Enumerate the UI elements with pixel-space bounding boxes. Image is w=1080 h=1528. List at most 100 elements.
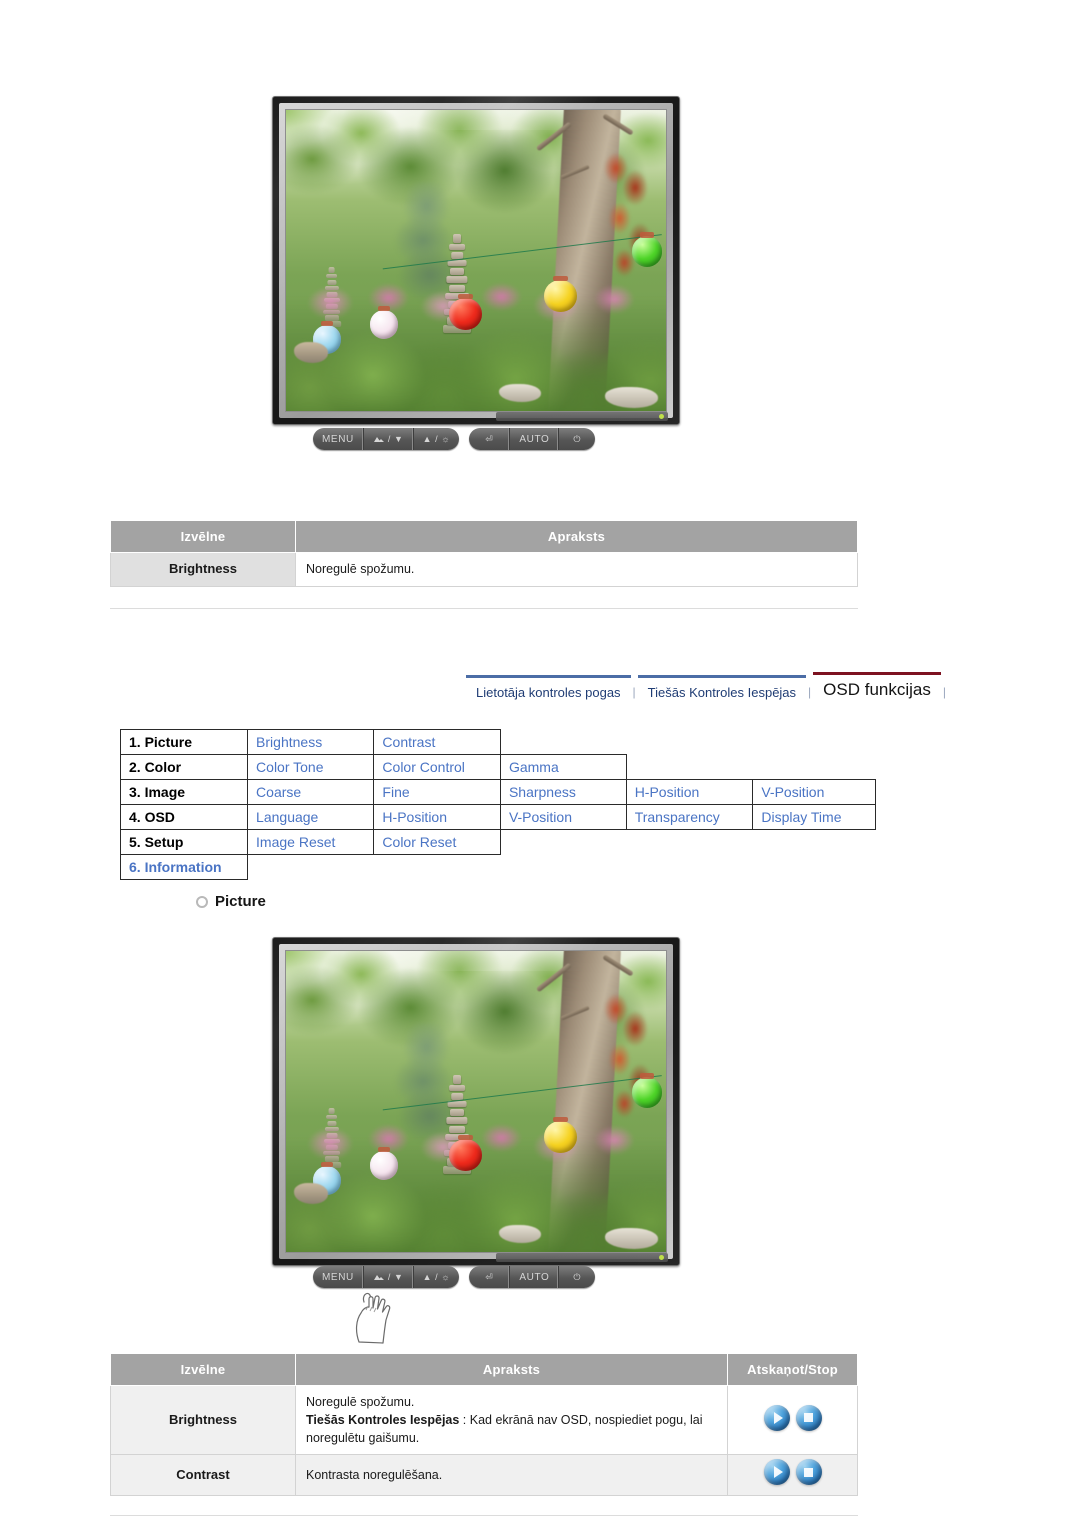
osd-function-map-table: 1. Picture Brightness Contrast 2. Color Colo… bbox=[119, 729, 876, 880]
osd-item-link[interactable]: V-Position bbox=[499, 804, 627, 830]
osd-item-link[interactable]: Language bbox=[247, 804, 375, 830]
osd-map-row: 6. Information bbox=[119, 854, 876, 880]
image-down-button[interactable]: / ▼ bbox=[364, 428, 414, 450]
osd-empty-cell bbox=[500, 730, 875, 755]
enter-button[interactable]: ⏎ bbox=[469, 1266, 511, 1288]
osd-empty-cell bbox=[500, 830, 875, 855]
enter-button[interactable]: ⏎ bbox=[469, 428, 511, 450]
power-button[interactable]: ⏻ bbox=[559, 1266, 595, 1288]
osd-empty-cell bbox=[626, 755, 875, 780]
bezel-indicator-strip bbox=[496, 412, 668, 421]
table-row-contrast: Contrast Kontrasta noregulēšana. bbox=[110, 1454, 858, 1496]
osd-group-label: 1. Picture bbox=[119, 729, 249, 755]
osd-group-label: 5. Setup bbox=[119, 829, 249, 855]
osd-item-link[interactable]: H-Position bbox=[373, 804, 501, 830]
stop-button[interactable] bbox=[795, 1404, 822, 1431]
col-header-menu: Izvēlne bbox=[110, 520, 296, 553]
control-button-group-left[interactable]: MENU / ▼ ▲ / ☼ bbox=[313, 428, 460, 450]
monitor-screen bbox=[285, 109, 667, 412]
row-description: Kontrasta noregulēšana. bbox=[295, 1454, 728, 1496]
monitor-body bbox=[272, 937, 680, 1266]
row-menu-label: Brightness bbox=[110, 552, 296, 587]
osd-item-link[interactable]: Image Reset bbox=[247, 829, 375, 855]
osd-item-link[interactable]: Coarse bbox=[247, 779, 375, 805]
up-brightness-button[interactable]: ▲ / ☼ bbox=[414, 428, 460, 450]
monitor-control-buttons-top[interactable]: MENU / ▼ ▲ / ☼ ⏎ AUTO ⏻ bbox=[313, 428, 596, 450]
col-header-menu: Izvēlne bbox=[110, 1353, 296, 1386]
monitor-illustration-bottom bbox=[272, 937, 680, 1266]
monitor-inner-bezel bbox=[279, 103, 673, 418]
image-icon bbox=[373, 436, 384, 442]
nav-item-direct-control[interactable]: Tiešās Kontroles Iespējas bbox=[637, 675, 807, 702]
auto-button[interactable]: AUTO bbox=[510, 428, 560, 450]
control-button-group-right[interactable]: ⏎ AUTO ⏻ bbox=[469, 428, 596, 450]
col-header-play-stop: Atskaņot/Stop bbox=[727, 1353, 858, 1386]
nav-label: OSD funkcijas bbox=[823, 680, 931, 699]
image-down-button[interactable]: / ▼ bbox=[364, 1266, 414, 1288]
osd-group-label: 3. Image bbox=[119, 779, 249, 805]
stop-button[interactable] bbox=[795, 1459, 822, 1486]
up-brightness-button[interactable]: ▲ / ☼ bbox=[414, 1266, 460, 1288]
table-row: Brightness Noregulē spožumu. bbox=[110, 552, 858, 587]
lantern-red bbox=[449, 293, 482, 330]
brightness-summary-table: Izvēlne Apraksts Brightness Noregulē spo… bbox=[110, 520, 858, 587]
nav-separator: | bbox=[808, 685, 812, 699]
osd-map-row: 2. Color Color Tone Color Control Gamma bbox=[119, 754, 876, 780]
breadcrumb-nav: Lietotāja kontroles pogas | Tiešās Kontr… bbox=[466, 672, 948, 702]
lantern-red bbox=[449, 1134, 482, 1171]
osd-item-link[interactable]: Sharpness bbox=[499, 779, 627, 805]
osd-item-link[interactable]: Transparency bbox=[625, 804, 754, 830]
osd-item-link[interactable]: Fine bbox=[373, 779, 501, 805]
hand-pointer-icon bbox=[350, 1286, 398, 1353]
nav-item-osd-functions[interactable]: OSD funkcijas bbox=[813, 672, 941, 702]
monitor-illustration-top bbox=[272, 96, 680, 425]
picture-menu-table: Izvēlne Apraksts Atskaņot/Stop Brightnes… bbox=[110, 1353, 858, 1496]
play-button[interactable] bbox=[763, 1404, 790, 1431]
ring-bullet-icon bbox=[196, 895, 208, 908]
description-bold-lead: Tiešās Kontroles Iespējas bbox=[306, 1413, 460, 1428]
control-button-group-left[interactable]: MENU / ▼ ▲ / ☼ bbox=[313, 1266, 460, 1288]
osd-group-label: 2. Color bbox=[119, 754, 249, 780]
section-heading-label: Picture bbox=[215, 893, 266, 910]
osd-item-link[interactable]: Brightness bbox=[247, 729, 375, 755]
image-down-label: / ▼ bbox=[387, 433, 404, 444]
osd-item-link[interactable]: Color Tone bbox=[247, 754, 375, 780]
nav-separator: | bbox=[632, 685, 636, 699]
play-button[interactable] bbox=[763, 1459, 790, 1486]
osd-map-row: 5. Setup Image Reset Color Reset bbox=[119, 829, 876, 855]
osd-item-link[interactable]: Color Control bbox=[373, 754, 501, 780]
col-header-description: Apraksts bbox=[295, 520, 858, 553]
row-menu-label: Contrast bbox=[110, 1454, 296, 1496]
monitor-inner-bezel bbox=[279, 944, 673, 1259]
menu-button[interactable]: MENU bbox=[313, 1266, 364, 1288]
image-down-label: / ▼ bbox=[387, 1271, 404, 1282]
row-description: Noregulē spožumu. Tiešās Kontroles Iespē… bbox=[295, 1384, 728, 1456]
section-heading-picture: Picture bbox=[196, 893, 266, 910]
auto-button[interactable]: AUTO bbox=[510, 1266, 560, 1288]
table-row-brightness: Brightness Noregulē spožumu. Tiešās Kont… bbox=[110, 1384, 858, 1456]
control-button-group-right[interactable]: ⏎ AUTO ⏻ bbox=[469, 1266, 596, 1288]
osd-map-row: 3. Image Coarse Fine Sharpness H-Position V-P… bbox=[119, 779, 876, 805]
osd-item-link[interactable]: Color Reset bbox=[373, 829, 501, 855]
col-header-description: Apraksts bbox=[295, 1353, 728, 1386]
description-line-1: Noregulē spožumu. bbox=[306, 1395, 415, 1409]
osd-item-link[interactable]: Gamma bbox=[499, 754, 627, 780]
monitor-outer-bezel bbox=[272, 937, 680, 1266]
osd-item-link[interactable]: Contrast bbox=[373, 729, 501, 755]
power-button[interactable]: ⏻ bbox=[559, 428, 595, 450]
osd-item-link[interactable]: Display Time bbox=[752, 804, 876, 830]
row-controls bbox=[727, 1384, 858, 1456]
table-header-row: Izvēlne Apraksts Atskaņot/Stop bbox=[110, 1353, 858, 1386]
section-divider-1 bbox=[110, 608, 858, 609]
nav-separator: | bbox=[942, 685, 946, 699]
osd-group-label: 4. OSD bbox=[119, 804, 249, 830]
osd-empty-cell bbox=[248, 855, 876, 880]
screen-photo bbox=[286, 951, 666, 1252]
menu-button[interactable]: MENU bbox=[313, 428, 364, 450]
monitor-body bbox=[272, 96, 680, 425]
osd-item-link[interactable]: V-Position bbox=[752, 779, 876, 805]
osd-item-link[interactable]: H-Position bbox=[625, 779, 754, 805]
bezel-indicator-strip bbox=[496, 1253, 668, 1262]
nav-item-user-controls[interactable]: Lietotāja kontroles pogas bbox=[466, 675, 631, 702]
monitor-control-buttons-bottom[interactable]: MENU / ▼ ▲ / ☼ ⏎ AUTO ⏻ bbox=[313, 1266, 596, 1288]
